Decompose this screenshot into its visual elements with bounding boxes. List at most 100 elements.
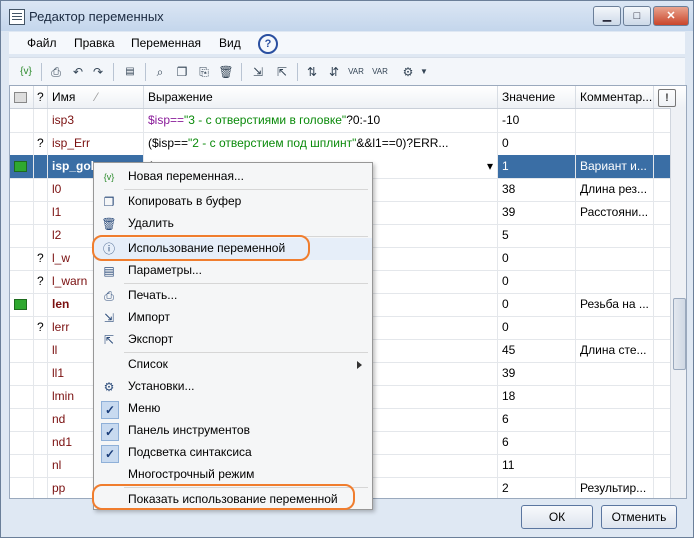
cell-expression[interactable]: ($isp=="2 - с отверстием под шплинт"&&l1…: [144, 132, 498, 155]
cell-comment[interactable]: Резьба на ...: [576, 293, 654, 316]
header-flag[interactable]: [10, 86, 34, 108]
context-menu-item[interactable]: ⎙ Печать...: [94, 285, 372, 307]
export-icon[interactable]: ⇱: [273, 63, 291, 81]
cell-comment[interactable]: [576, 316, 654, 339]
cell-comment[interactable]: Вариант и...: [576, 155, 654, 178]
table-row[interactable]: isp3 $isp=="3 - с отверстиями в головке"?…: [10, 109, 670, 133]
cell-flag[interactable]: [10, 362, 34, 385]
cell-question[interactable]: [34, 408, 48, 431]
cell-flag[interactable]: [10, 316, 34, 339]
cell-value[interactable]: 0: [498, 247, 576, 270]
context-menu-item[interactable]: ✓ Панель инструментов: [94, 420, 372, 442]
cell-value[interactable]: 0: [498, 293, 576, 316]
cell-flag[interactable]: [10, 178, 34, 201]
cell-value[interactable]: 1: [498, 155, 576, 178]
cell-value[interactable]: 2: [498, 477, 576, 498]
context-menu-item[interactable]: Многострочный режим: [94, 464, 372, 486]
cell-comment[interactable]: [576, 454, 654, 477]
delete-icon[interactable]: 🗑: [217, 63, 235, 81]
scrollbar-thumb[interactable]: [673, 298, 686, 370]
cell-comment[interactable]: Длина сте...: [576, 339, 654, 362]
cell-question[interactable]: ?: [34, 270, 48, 293]
cell-question[interactable]: [34, 178, 48, 201]
context-menu-item[interactable]: {v} Новая переменная...: [94, 166, 372, 188]
cell-value[interactable]: 0: [498, 316, 576, 339]
import-icon[interactable]: ⇲: [249, 63, 267, 81]
var-check-icon[interactable]: VAR: [347, 63, 365, 81]
sort-desc-icon[interactable]: ⇵: [325, 63, 343, 81]
context-menu-item[interactable]: ▤ Параметры...: [94, 260, 372, 282]
context-menu-item[interactable]: 🗑 Удалить: [94, 213, 372, 235]
header-value[interactable]: Значение: [498, 86, 576, 108]
cell-question[interactable]: [34, 454, 48, 477]
header-warning[interactable]: !: [654, 86, 686, 108]
print-icon[interactable]: ⎙: [47, 63, 65, 81]
cell-question[interactable]: ?: [34, 316, 48, 339]
cell-value[interactable]: -10: [498, 109, 576, 132]
cell-flag[interactable]: [10, 293, 34, 316]
cell-flag[interactable]: [10, 431, 34, 454]
cell-question[interactable]: [34, 362, 48, 385]
cell-comment[interactable]: [576, 247, 654, 270]
cell-comment[interactable]: [576, 132, 654, 155]
cell-value[interactable]: 0: [498, 132, 576, 155]
cell-question[interactable]: [34, 339, 48, 362]
cell-question[interactable]: [34, 224, 48, 247]
cell-comment[interactable]: Результир...: [576, 477, 654, 498]
header-name[interactable]: Имя ⁄: [48, 86, 144, 108]
cell-question[interactable]: [34, 109, 48, 132]
cell-comment[interactable]: [576, 224, 654, 247]
cell-flag[interactable]: [10, 408, 34, 431]
cell-question[interactable]: [34, 477, 48, 498]
cell-value[interactable]: 38: [498, 178, 576, 201]
cell-flag[interactable]: [10, 201, 34, 224]
header-expression[interactable]: Выражение: [144, 86, 498, 108]
cell-question[interactable]: [34, 385, 48, 408]
cell-name[interactable]: isp_Err: [48, 132, 144, 155]
dropdown-arrow-icon[interactable]: ▾: [487, 155, 493, 178]
cell-question[interactable]: [34, 155, 48, 178]
cell-flag[interactable]: [10, 477, 34, 498]
cell-flag[interactable]: [10, 132, 34, 155]
cell-comment[interactable]: [576, 431, 654, 454]
menu-file[interactable]: Файл: [27, 36, 57, 50]
cell-flag[interactable]: [10, 339, 34, 362]
close-button[interactable]: ✕: [653, 6, 689, 26]
table-row[interactable]: ? isp_Err ($isp=="2 - с отверстием под шпл…: [10, 132, 670, 156]
cell-comment[interactable]: Длина рез...: [576, 178, 654, 201]
context-menu-item[interactable]: ⇲ Импорт: [94, 307, 372, 329]
context-menu-item[interactable]: ✓ Подсветка синтаксиса: [94, 442, 372, 464]
cell-question[interactable]: ?: [34, 247, 48, 270]
menu-view[interactable]: Вид: [219, 36, 241, 50]
paste-icon[interactable]: ⎘: [195, 63, 213, 81]
cell-value[interactable]: 5: [498, 224, 576, 247]
header-comment[interactable]: Комментар...: [576, 86, 654, 108]
ok-button[interactable]: ОК: [521, 505, 593, 529]
copy-icon[interactable]: ❐: [173, 63, 191, 81]
cell-value[interactable]: 45: [498, 339, 576, 362]
cell-question[interactable]: [34, 293, 48, 316]
cell-comment[interactable]: [576, 408, 654, 431]
cell-flag[interactable]: [10, 385, 34, 408]
cell-expression[interactable]: $isp=="3 - с отверстиями в головке"?0:-1…: [144, 109, 498, 132]
context-menu-item[interactable]: ✓ Меню: [94, 398, 372, 420]
menu-variable[interactable]: Переменная: [131, 36, 201, 50]
context-menu-item[interactable]: Список: [94, 354, 372, 376]
cell-comment[interactable]: [576, 270, 654, 293]
cell-value[interactable]: 18: [498, 385, 576, 408]
cell-flag[interactable]: [10, 155, 34, 178]
context-menu-item[interactable]: ⇱ Экспорт: [94, 329, 372, 351]
cancel-button[interactable]: Отменить: [601, 505, 677, 529]
cell-flag[interactable]: [10, 224, 34, 247]
var-check2-icon[interactable]: VAR: [371, 63, 389, 81]
cell-flag[interactable]: [10, 454, 34, 477]
cell-comment[interactable]: [576, 362, 654, 385]
menu-edit[interactable]: Правка: [74, 36, 115, 50]
header-question[interactable]: ?: [34, 86, 48, 108]
cell-name[interactable]: isp3: [48, 109, 144, 132]
context-menu-item[interactable]: ⚙ Установки...: [94, 376, 372, 398]
cell-comment[interactable]: [576, 385, 654, 408]
params-icon[interactable]: ▤: [121, 63, 139, 81]
cell-comment[interactable]: [576, 109, 654, 132]
cell-value[interactable]: 6: [498, 431, 576, 454]
